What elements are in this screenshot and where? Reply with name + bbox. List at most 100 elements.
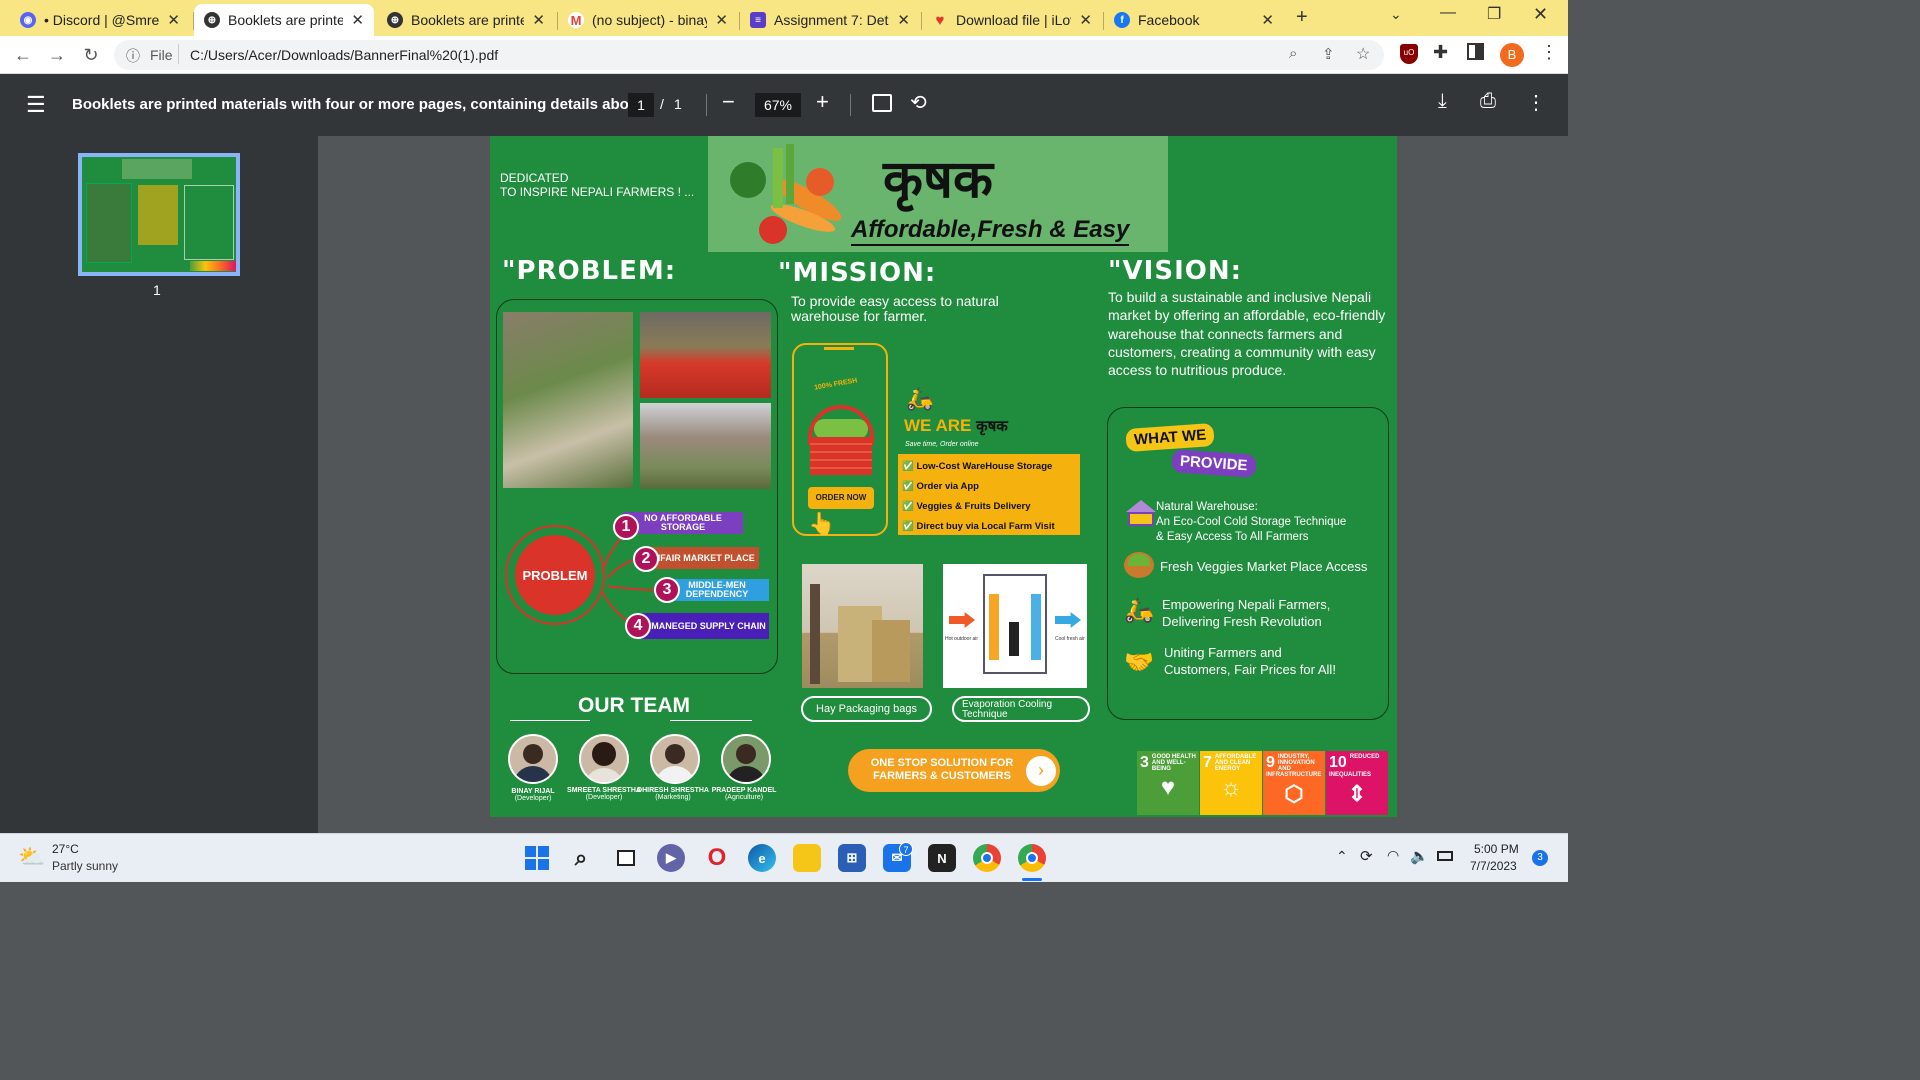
pdf-page-banner: DEDICATED TO INSPIRE NEPALI FARMERS ! ..…	[490, 136, 1397, 817]
one-stop-text: ONE STOP SOLUTION FOR FARMERS & CUSTOMER…	[870, 757, 1014, 782]
hamburger-menu-icon[interactable]: ☰	[26, 92, 46, 118]
close-window-button[interactable]: ✕	[1533, 4, 1548, 25]
battery-icon[interactable]	[1437, 851, 1453, 861]
new-tab-button[interactable]: +	[1296, 6, 1308, 29]
tab-assignment[interactable]: ≡ Assignment 7: Detai ✕	[740, 4, 920, 36]
sdg-9-badge: 9 INDUSTRY, INNOVATION AND INFRASTRUCTURE…	[1263, 751, 1325, 815]
basket-icon	[808, 405, 874, 475]
page-number-input[interactable]: 1	[628, 93, 654, 117]
service-item: ✅ Veggies & Fruits Delivery	[902, 501, 1031, 512]
chrome-profile-icon[interactable]	[1018, 844, 1046, 872]
more-options-icon[interactable]: ⋮	[1526, 90, 1546, 115]
thumbnail-sidebar: 1	[0, 136, 318, 833]
search-icon[interactable]: ⌕	[567, 844, 595, 872]
team-member-name: DHIRESH SHRESTHA	[637, 787, 709, 794]
back-button[interactable]: ←	[10, 42, 36, 68]
address-toolbar: ← → ↻ ⓘ File C:/Users/Acer/Downloads/Ban…	[0, 36, 1568, 74]
clock-date[interactable]: 7/7/2023	[1470, 859, 1517, 873]
store-icon[interactable]: ⊞	[838, 844, 866, 872]
phone-illustration: 100% FRESH ORDER NOW 👆	[792, 343, 888, 536]
tab-ilovepdf[interactable]: ♥ Download file | iLov ✕	[922, 4, 1102, 36]
discord-icon: ◉	[20, 12, 36, 28]
teams-chat-icon[interactable]: ▶	[657, 844, 685, 872]
task-view-icon[interactable]	[612, 844, 640, 872]
reload-button[interactable]: ↻	[78, 42, 104, 68]
mail-badge: 7	[899, 842, 913, 856]
tab-search-icon[interactable]: ⌄	[1390, 6, 1402, 23]
forward-button[interactable]: →	[44, 42, 70, 68]
info-icon[interactable]: ⓘ	[126, 46, 140, 66]
clock-time[interactable]: 5:00 PM	[1474, 842, 1519, 856]
close-icon[interactable]: ✕	[167, 11, 180, 29]
restore-button[interactable]: ❐	[1487, 4, 1501, 24]
windows-taskbar: ⛅ 27°C Partly sunny ⌕ ▶ O e ⊞ ✉ 7 N ⌃ ⟳ …	[0, 833, 1568, 882]
close-icon[interactable]: ✕	[897, 11, 910, 29]
wifi-icon[interactable]: ◠	[1387, 847, 1399, 864]
we-are-subtitle: Save time, Order online	[905, 441, 979, 448]
download-icon[interactable]: ⤓	[1438, 90, 1447, 113]
sdg-number: 9	[1266, 754, 1275, 771]
print-icon[interactable]: ⎙	[1480, 90, 1496, 113]
weather-icon[interactable]: ⛅	[18, 844, 45, 870]
team-member: DHIRESH SHRESTHA (Marketing)	[633, 787, 713, 801]
share-icon[interactable]: ⇪	[1322, 45, 1335, 63]
team-member-role: (Developer)	[514, 795, 552, 802]
tab-discord[interactable]: ◉ • Discord | @Smreet ✕	[10, 4, 190, 36]
team-member-name: SMREETA SHRESTHA	[567, 787, 641, 794]
team-member-role: (Agriculture)	[724, 794, 764, 801]
minimize-button[interactable]: —	[1440, 4, 1456, 22]
dedicated-text: DEDICATED TO INSPIRE NEPALI FARMERS ! ..…	[500, 171, 694, 199]
tab-booklets-active[interactable]: ⊕ Booklets are printed ✕	[194, 4, 374, 36]
ublock-icon[interactable]: uO	[1400, 44, 1418, 64]
close-icon[interactable]: ✕	[532, 11, 545, 29]
cubes-icon: ⬡	[1284, 781, 1304, 806]
chrome-icon[interactable]	[973, 844, 1001, 872]
weather-desc[interactable]: Partly sunny	[52, 859, 118, 873]
omnibox[interactable]: ⓘ File C:/Users/Acer/Downloads/BannerFin…	[114, 40, 1384, 70]
problem-number-3: 3	[654, 577, 680, 603]
page-thumbnail[interactable]	[78, 153, 240, 276]
extensions-puzzle-icon[interactable]: ✚	[1433, 42, 1448, 63]
zoom-out-button[interactable]: −	[722, 89, 735, 115]
tray-chevron-icon[interactable]: ⌃	[1336, 848, 1348, 865]
close-icon[interactable]: ✕	[351, 11, 364, 29]
tab-gmail[interactable]: M (no subject) - binay. ✕	[558, 4, 738, 36]
sdg-number: 3	[1140, 754, 1149, 771]
fit-page-icon[interactable]	[872, 94, 892, 112]
problem-panel: PROBLEM NO AFFORDABLE STORAGE 1 UNFAIR M…	[496, 299, 778, 674]
zoom-in-button[interactable]: +	[816, 89, 829, 115]
start-button[interactable]	[523, 844, 551, 872]
chrome-menu-icon[interactable]: ⋮	[1540, 42, 1558, 63]
one-stop-banner: ONE STOP SOLUTION FOR FARMERS & CUSTOMER…	[848, 749, 1060, 792]
side-panel-icon[interactable]	[1467, 43, 1484, 60]
close-icon[interactable]: ✕	[1079, 11, 1092, 29]
zoom-icon[interactable]: ⌕	[1289, 45, 1297, 62]
weather-temp[interactable]: 27°C	[52, 842, 79, 856]
file-explorer-icon[interactable]	[793, 844, 821, 872]
sdg-label: AFFORDABLE AND CLEAN ENERGY	[1214, 754, 1257, 772]
close-icon[interactable]: ✕	[1261, 11, 1274, 29]
mission-text: To provide easy access to natural wareho…	[791, 293, 999, 324]
opera-icon[interactable]: O	[703, 844, 731, 872]
avatar	[650, 734, 700, 784]
tab-title: Booklets are printed	[411, 12, 525, 28]
problem-number-1: 1	[613, 514, 639, 540]
tab-facebook[interactable]: f Facebook ✕	[1104, 4, 1284, 36]
volume-icon[interactable]: 🔈	[1410, 847, 1429, 865]
pdf-toolbar: ☰ Booklets are printed materials with fo…	[0, 74, 1568, 136]
classroom-icon: ≡	[750, 12, 766, 28]
edge-icon[interactable]: e	[748, 844, 776, 872]
gmail-icon: M	[568, 12, 584, 28]
sync-icon[interactable]: ⟳	[1360, 847, 1373, 865]
tab-title: • Discord | @Smreet	[44, 12, 160, 28]
close-icon[interactable]: ✕	[715, 11, 728, 29]
avatar	[721, 734, 771, 784]
bookmark-star-icon[interactable]: ☆	[1356, 44, 1370, 64]
url-text[interactable]: C:/Users/Acer/Downloads/BannerFinal%20(1…	[190, 47, 498, 63]
tab-booklets[interactable]: ⊕ Booklets are printed ✕	[377, 4, 555, 36]
notion-icon[interactable]: N	[928, 844, 956, 872]
profile-avatar[interactable]: B	[1500, 43, 1524, 67]
zoom-input[interactable]: 67%	[755, 93, 801, 117]
notification-badge[interactable]: 3	[1532, 850, 1548, 866]
rotate-icon[interactable]: ⟲	[910, 90, 927, 115]
